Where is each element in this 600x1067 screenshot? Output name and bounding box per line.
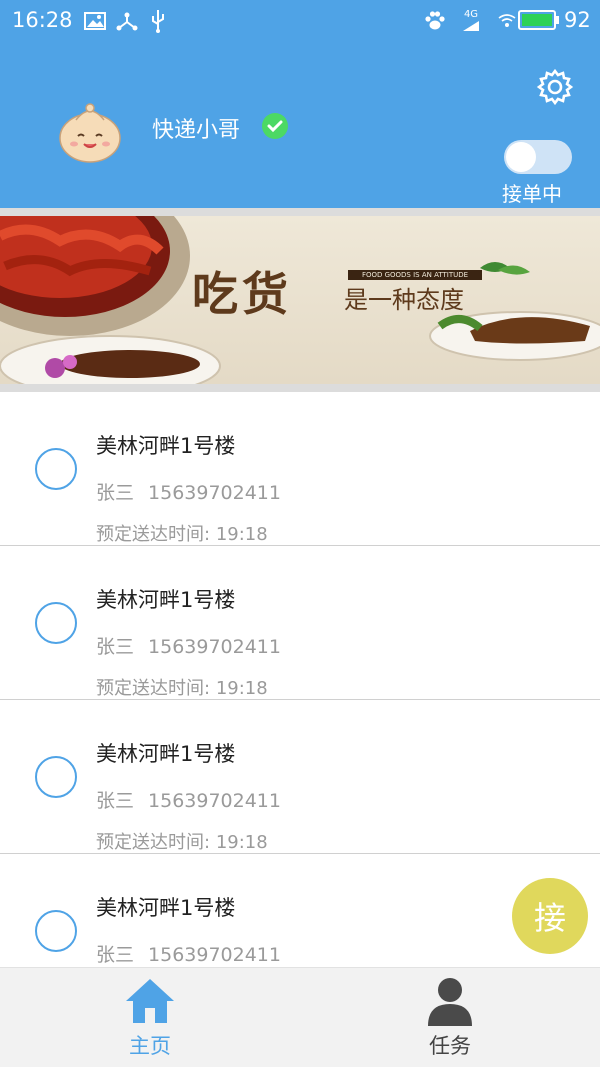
order-eta: 预定送达时间: 19:18 [96, 828, 268, 854]
network-type: 4G [463, 9, 479, 20]
toggle-knob [506, 142, 536, 172]
order-phone: 15639702411 [148, 636, 281, 658]
order-contact: 张三 15639702411 [96, 786, 281, 813]
home-icon [124, 976, 176, 1026]
status-time: 16:28 [12, 8, 73, 32]
banner-subtitle: 是一种态度 [344, 286, 464, 314]
signal-4g-icon: 4G [458, 8, 484, 34]
status-bar: 16:28 4G 92 [0, 0, 600, 42]
battery-tip [556, 16, 559, 24]
order-recipient: 张三 [96, 636, 135, 658]
verified-check-icon [262, 113, 288, 139]
order-address: 美林河畔1号楼 [96, 742, 236, 766]
nav-item-home[interactable]: 主页 [0, 968, 300, 1067]
image-icon [82, 8, 108, 34]
battery-percent: 92 [564, 8, 591, 32]
order-select-radio[interactable] [35, 448, 77, 490]
order-phone: 15639702411 [148, 482, 281, 504]
order-address: 美林河畔1号楼 [96, 434, 236, 458]
order-eta-label: 预定送达时间: [96, 524, 211, 545]
order-phone: 15639702411 [148, 790, 281, 812]
order-contact: 张三 15639702411 [96, 632, 281, 659]
banner-container: 吃货 FOOD GOODS IS AN ATTITUDE 是一种态度 [0, 208, 600, 392]
paw-icon [422, 8, 448, 34]
nav-label-tasks: 任务 [429, 1034, 471, 1058]
promo-banner[interactable]: 吃货 FOOD GOODS IS AN ATTITUDE 是一种态度 [0, 216, 600, 384]
person-icon [424, 976, 476, 1026]
wifi-icon [494, 8, 520, 34]
usb-icon [145, 8, 171, 34]
accept-orders-toggle[interactable] [504, 140, 572, 174]
order-contact: 张三 15639702411 [96, 940, 281, 967]
share-icon [114, 8, 140, 34]
nav-label-home: 主页 [129, 1034, 171, 1058]
banner-tag: FOOD GOODS IS AN ATTITUDE [348, 270, 482, 280]
username: 快递小哥 [152, 118, 241, 143]
order-recipient: 张三 [96, 482, 135, 504]
order-contact: 张三 15639702411 [96, 478, 281, 505]
order-select-radio[interactable] [35, 756, 77, 798]
order-address: 美林河畔1号楼 [96, 588, 236, 612]
order-item[interactable]: 美林河畔1号楼 张三 15639702411 预定送达时间: 19:18 [0, 392, 600, 546]
order-item[interactable]: 美林河畔1号楼 张三 15639702411 预定送达时间: 19:18 [0, 546, 600, 700]
app-header: 16:28 4G 92 快递小哥 接单中 [0, 0, 600, 208]
order-recipient: 张三 [96, 790, 135, 812]
battery-icon [518, 10, 556, 30]
banner-food-illustration [0, 216, 600, 384]
banner-title: 吃货 [192, 267, 292, 321]
order-eta-time: 19:18 [215, 524, 268, 545]
avatar[interactable] [58, 100, 122, 164]
order-address: 美林河畔1号楼 [96, 896, 236, 920]
accept-order-button[interactable]: 接 [512, 878, 588, 954]
order-eta-label: 预定送达时间: [96, 678, 211, 699]
order-select-radio[interactable] [35, 602, 77, 644]
bottom-nav: 主页 任务 [0, 967, 600, 1067]
nav-item-tasks[interactable]: 任务 [300, 968, 600, 1067]
order-phone: 15639702411 [148, 944, 281, 966]
order-eta-time: 19:18 [215, 678, 268, 699]
order-item[interactable]: 美林河畔1号楼 张三 15639702411 预定送达时间: 19:18 [0, 700, 600, 854]
order-select-radio[interactable] [35, 910, 77, 952]
order-list: 美林河畔1号楼 张三 15639702411 预定送达时间: 19:18 美林河畔… [0, 392, 600, 1008]
order-eta-label: 预定送达时间: [96, 832, 211, 853]
toggle-label: 接单中 [502, 182, 562, 206]
settings-gear-icon[interactable] [536, 68, 574, 106]
order-recipient: 张三 [96, 944, 135, 966]
order-eta: 预定送达时间: 19:18 [96, 520, 268, 546]
order-eta: 预定送达时间: 19:18 [96, 674, 268, 700]
order-eta-time: 19:18 [215, 832, 268, 853]
